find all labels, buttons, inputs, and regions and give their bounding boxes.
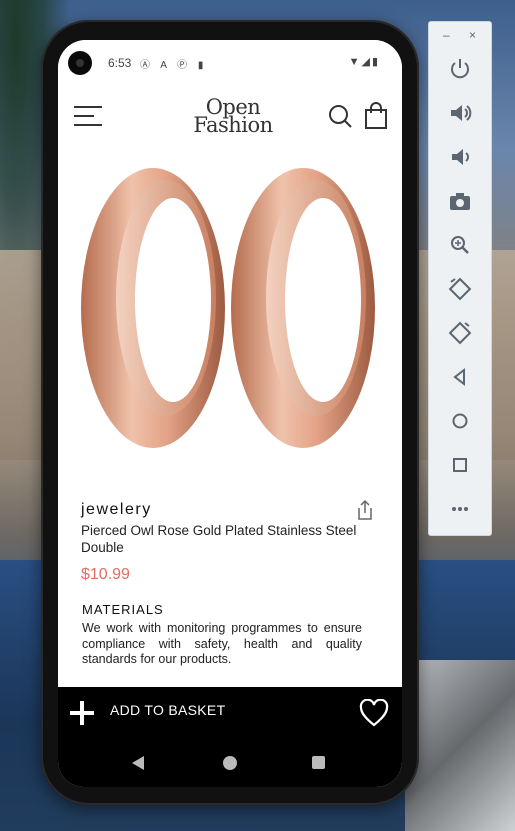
shopping-bag-icon[interactable] xyxy=(364,102,388,130)
menu-icon[interactable] xyxy=(74,106,102,126)
status-time: 6:53 xyxy=(108,56,132,70)
product-info: jewelery Pierced Owl Rose Gold Plated St… xyxy=(58,490,402,687)
earring-left xyxy=(81,168,225,448)
system-status-icons: ▼◢▮ xyxy=(348,56,380,68)
product-title: Pierced Owl Rose Gold Plated Stainless S… xyxy=(81,523,357,555)
bottom-action-bar: ADD TO BASKET xyxy=(58,687,402,787)
nav-recents-icon[interactable] xyxy=(312,756,325,769)
status-bar: 6:53 Ⓐ A Ⓟ ▮ ▼◢▮ xyxy=(58,40,402,84)
heart-icon[interactable] xyxy=(359,698,389,727)
background-pool-edge xyxy=(405,660,515,831)
minimize-button[interactable]: – xyxy=(443,28,450,42)
overview-icon[interactable] xyxy=(447,452,473,478)
power-icon[interactable] xyxy=(447,56,473,82)
search-icon[interactable] xyxy=(328,104,352,128)
more-icon[interactable] xyxy=(447,496,473,522)
app-logo: Open Fashion xyxy=(178,97,288,137)
add-to-basket-button[interactable]: ADD TO BASKET xyxy=(110,702,225,718)
zoom-icon[interactable] xyxy=(447,232,473,258)
close-button[interactable]: × xyxy=(469,28,476,42)
rotate-left-icon[interactable] xyxy=(447,276,473,302)
home-icon[interactable] xyxy=(447,408,473,434)
earring-right xyxy=(231,168,375,448)
camera-icon[interactable] xyxy=(447,188,473,214)
materials-heading: MATERIALS xyxy=(82,602,164,617)
rotate-right-icon[interactable] xyxy=(447,320,473,346)
nav-home-icon[interactable] xyxy=(223,756,237,770)
phone-screen: 6:53 Ⓐ A Ⓟ ▮ ▼◢▮ Open Fashion jewelery P… xyxy=(58,40,402,787)
back-icon[interactable] xyxy=(447,364,473,390)
nav-back-icon[interactable] xyxy=(132,756,144,770)
front-camera-icon xyxy=(68,51,92,75)
product-image xyxy=(58,148,402,490)
emulator-toolbar: – × xyxy=(428,21,492,536)
share-icon[interactable] xyxy=(355,499,375,521)
volume-down-icon[interactable] xyxy=(447,144,473,170)
logo-line-2: Fashion xyxy=(193,113,273,137)
materials-description: We work with monitoring programmes to en… xyxy=(82,621,362,666)
volume-up-icon[interactable] xyxy=(447,100,473,126)
product-category: jewelery xyxy=(81,501,152,518)
product-price: $10.99 xyxy=(81,566,130,583)
add-icon[interactable] xyxy=(70,701,94,725)
app-header: Open Fashion xyxy=(58,84,402,148)
notification-icons: Ⓐ A Ⓟ ▮ xyxy=(140,60,208,71)
